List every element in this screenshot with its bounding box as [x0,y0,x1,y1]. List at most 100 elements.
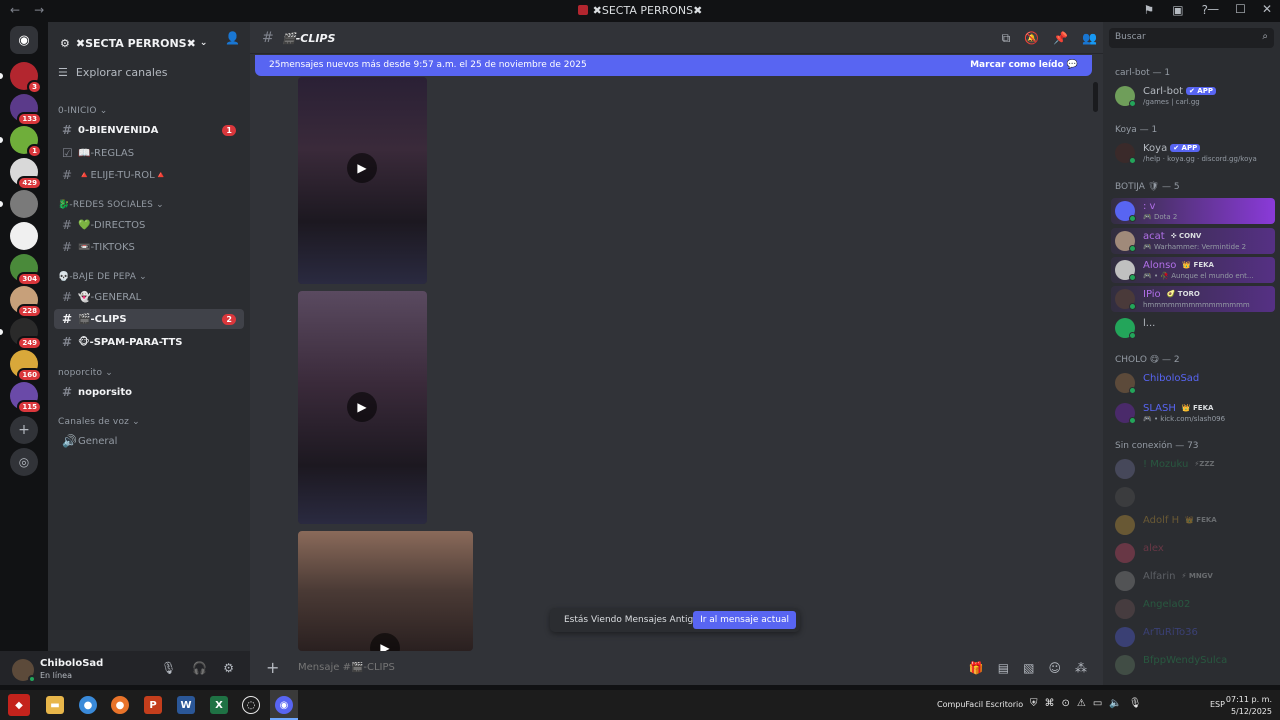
excel-icon[interactable]: X [210,696,228,714]
member-item[interactable]: acat ✜ CONV 🎮 Warhammer: Vermintide 2 [1111,228,1275,254]
scrollbar[interactable] [1093,82,1098,112]
guild-icon[interactable]: 160 [10,350,42,382]
member-item[interactable]: Angela02 [1111,596,1275,622]
server-header[interactable]: ⚙ ✖SECTA PERRONS✖ ⌄ 👤 [48,22,250,54]
member-list-icon[interactable]: 👥 [1082,31,1097,46]
emoji-icon[interactable]: ☺ [1048,661,1061,675]
mic-tray-icon[interactable]: 🎙 [1129,698,1142,709]
channel-bienvenida[interactable]: #0-BIENVENIDA 1 [54,120,244,140]
channel-clips[interactable]: # 🎬-CLIPS 2 [54,309,244,329]
language-indicator[interactable]: ESP [1210,700,1225,709]
channel-rol[interactable]: # 🔺ELIJE-TU-ROL🔺 [54,165,244,185]
discover-icon[interactable]: ◎ [10,448,38,476]
guild-icon[interactable]: 1 [10,126,42,158]
guild-icon[interactable]: 249 [10,318,42,350]
guild-icon[interactable]: 133 [10,94,42,126]
channel-reglas[interactable]: ☑ 📖-REGLAS [54,143,244,163]
guild-icon[interactable]: 429 [10,158,42,190]
pin-icon[interactable]: 📌 [1053,31,1068,46]
member-item[interactable]: Alfarin ⚡ MNGV [1111,568,1275,594]
member-item[interactable]: BfppWendySulca [1111,652,1275,678]
discord-home-icon[interactable]: ◉ [10,26,38,54]
member-item[interactable]: Adolf H 👑 FEKA [1111,512,1275,538]
channel-spam[interactable]: # 🐵-SPAM-PARA-TTS [54,332,244,352]
maximize-icon[interactable]: ☐ [1235,2,1246,16]
invite-icon[interactable]: 👤 [225,31,240,45]
close-icon[interactable]: ✕ [1262,2,1272,16]
threads-icon[interactable]: ⧉ [1002,31,1011,46]
member-item[interactable]: Koya ✔ APP/help · koya.gg · discord.gg/ko… [1111,140,1275,166]
inbox-icon[interactable]: ⚑ [1144,3,1155,17]
guild-icon[interactable]: 304 [10,254,42,286]
member-item[interactable]: IPio 🥑 TORO hmmmmmmmmmmmmmmm [1111,286,1275,312]
video-attachment-2[interactable]: ▶ [298,291,427,524]
message-input[interactable] [298,662,898,673]
channel-general[interactable]: # 👻-GENERAL [54,287,244,307]
gift-icon[interactable]: 🎁 [969,661,984,675]
word-icon[interactable]: W [177,696,195,714]
member-item[interactable]: SLASH 👑 FEKA 🎮 • kick.com/slash096 [1111,400,1275,426]
firefox-icon[interactable]: ● [111,696,129,714]
chrome-icon[interactable]: ● [79,696,97,714]
volume-icon[interactable]: 🔈 [1109,698,1121,709]
search-input[interactable] [1115,32,1255,42]
notifications-muted-icon[interactable]: 🔕 [1024,31,1039,46]
shield-icon[interactable]: ⛨ [1030,698,1038,709]
add-attachment-icon[interactable]: + [266,658,279,677]
microphone-icon[interactable]: 🎙 [161,661,176,675]
powerpoint-icon[interactable]: P [144,696,162,714]
member-item[interactable]: : v 🎮 Dota 2 [1111,198,1275,224]
folder-icon[interactable]: ▬ [46,696,64,714]
sticker-icon[interactable]: ▧ [1023,661,1034,675]
member-item[interactable]: Alonso 👑 FEKA 🎮 • 🥀 Aunque el mundo ent... [1111,257,1275,283]
new-messages-bar[interactable]: 25mensajes nuevos más desde 9:57 a.m. el… [255,55,1092,76]
category-inicio[interactable]: 0-INICIO ⌄ [58,106,107,116]
settings-gear-icon[interactable]: ⚙ [223,661,234,675]
guild-icon[interactable] [10,190,38,218]
apps-icon[interactable]: ⁂ [1075,661,1087,675]
member-item[interactable]: ArTuRiTo36 [1111,624,1275,650]
minimize-icon[interactable]: — [1207,2,1219,16]
category-voz[interactable]: Canales de voz ⌄ [58,417,140,427]
play-icon[interactable]: ▶ [347,392,377,422]
system-clock[interactable]: 07:11 p. m. 5/12/2025 [1226,694,1272,718]
obs-icon[interactable]: ◌ [242,696,260,714]
add-server-icon[interactable]: + [10,416,38,444]
video-attachment-3[interactable]: ▶ [298,531,473,651]
member-item[interactable]: l... [1111,315,1275,341]
video-attachment-1[interactable]: ▶ [298,77,427,284]
tray-label[interactable]: CompuFacil Escritorio [937,700,1023,709]
discord-taskbar-icon[interactable]: ◉ [275,696,293,714]
jump-to-present-button[interactable]: Ir al mensaje actual [693,611,796,629]
antivirus-icon[interactable]: ⚠ [1077,698,1086,709]
category-noporcito[interactable]: noporcito ⌄ [58,368,113,378]
category-redes[interactable]: 🐉-REDES SOCIALES ⌄ [58,200,164,210]
member-item[interactable]: ! Mozuku ⚡ZZZ [1111,456,1275,482]
guild-icon[interactable]: 3 [10,62,42,94]
member-item[interactable]: Carl-bot ✔ APP/games | carl.gg [1111,83,1275,109]
voice-channel-general[interactable]: 🔊 General [54,431,244,451]
guild-icon[interactable]: 115 [10,382,42,414]
member-tag: ✔ APP [1170,144,1201,152]
channel-noporsito[interactable]: # noporsito [54,382,244,402]
dota-icon[interactable]: ◆ [8,694,30,716]
gamepad-icon[interactable]: ⌘ [1045,698,1055,709]
member-item[interactable]: alex [1111,540,1275,566]
network-icon[interactable]: ▭ [1093,698,1102,709]
explore-channels[interactable]: ☰ Explorar canales [58,66,167,79]
user-name[interactable]: ChiboloSad [40,658,103,669]
gif-icon[interactable]: ▤ [998,661,1009,675]
mark-as-read-button[interactable]: Marcar como leído 💬 [970,60,1078,70]
member-item[interactable] [1111,484,1275,510]
channel-directos[interactable]: # 💚-DIRECTOS [54,215,244,235]
play-icon[interactable]: ▶ [347,153,377,183]
guild-icon[interactable] [10,222,38,250]
guild-icon[interactable]: 228 [10,286,42,318]
search-box[interactable]: ⌕ [1109,28,1274,48]
headphones-icon[interactable]: 🎧 [192,661,207,675]
steam-icon[interactable]: ⊙ [1062,698,1070,709]
channel-tiktoks[interactable]: # 📼-TIKTOKS [54,237,244,257]
category-baje[interactable]: 💀-BAJE DE PEPA ⌄ [58,272,147,282]
member-item[interactable]: ChiboloSad [1111,370,1275,396]
screen-share-icon[interactable]: ▣ [1172,3,1183,17]
